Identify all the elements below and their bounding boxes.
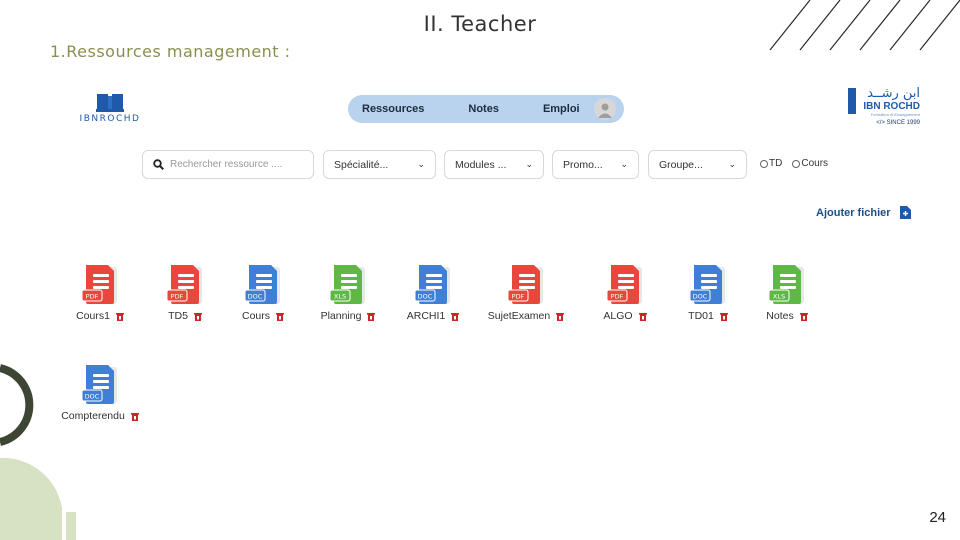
file-name: TD01	[688, 310, 714, 322]
file-name: Cours	[241, 310, 270, 322]
specialite-select[interactable]: Spécialité... ⌄	[323, 150, 436, 179]
trash-icon[interactable]	[556, 312, 565, 321]
pdf-file-icon: PDF	[166, 265, 202, 304]
add-file-button[interactable]: Ajouter fichier	[816, 206, 911, 219]
file-item[interactable]: DOC TD01	[663, 264, 753, 322]
trash-icon[interactable]	[115, 312, 124, 321]
file-name: SujetExamen	[487, 310, 551, 322]
file-type-label: DOC	[85, 393, 100, 401]
radio-cours-label: Cours	[801, 158, 829, 169]
file-row: Cours	[218, 310, 308, 322]
user-avatar-icon[interactable]	[593, 98, 616, 120]
radio-cours[interactable]	[792, 159, 801, 168]
file-item[interactable]: XLS Notes	[742, 264, 832, 322]
file-row: TD01	[663, 310, 753, 322]
file-type-label: PDF	[171, 293, 184, 301]
page-number: 24	[929, 509, 946, 526]
file-name: Compterendu	[61, 410, 125, 422]
doc-file-icon: DOC	[689, 265, 725, 304]
type-radio-group: TD Cours	[760, 158, 838, 169]
promo-value: Promo...	[563, 158, 603, 171]
chevron-down-icon: ⌄	[620, 159, 628, 169]
trash-icon[interactable]	[130, 412, 139, 421]
file-name: ALGO	[603, 310, 633, 322]
file-item[interactable]: DOC Cours	[218, 264, 308, 322]
file-item[interactable]: PDF TD5	[140, 264, 230, 322]
trash-icon[interactable]	[638, 312, 647, 321]
file-row: Cours1	[55, 310, 145, 322]
radio-td-label: TD	[769, 158, 783, 169]
file-type-label: XLS	[334, 293, 346, 301]
slide-subtitle: 1.Ressources management :	[50, 42, 291, 61]
radio-td[interactable]	[760, 159, 768, 168]
file-item[interactable]: DOC Compterendu	[55, 364, 145, 422]
file-type-label: DOC	[248, 293, 263, 301]
file-row: SujetExamen	[481, 310, 571, 322]
xls-file-icon: XLS	[768, 265, 804, 304]
file-name: Notes	[766, 310, 794, 322]
groupe-select[interactable]: Groupe... ⌄	[648, 150, 747, 179]
file-item[interactable]: XLS Planning	[303, 264, 393, 322]
modules-select[interactable]: Modules ... ⌄	[444, 150, 544, 179]
file-type-label: PDF	[611, 293, 624, 301]
trash-icon[interactable]	[367, 312, 376, 321]
file-row: ALGO	[580, 310, 670, 322]
chevron-down-icon: ⌄	[728, 159, 736, 169]
file-row: Compterendu	[55, 410, 145, 422]
ibn-rochd-logo[interactable]: ابن رشــد IBN ROCHD Formation et Enseign…	[840, 86, 920, 126]
file-row: TD5	[140, 310, 230, 322]
search-icon	[153, 159, 164, 170]
modules-value: Modules ...	[455, 158, 507, 171]
file-row: ARCHI1	[388, 310, 478, 322]
trash-icon[interactable]	[193, 312, 202, 321]
trash-icon[interactable]	[451, 312, 460, 321]
trash-icon[interactable]	[276, 312, 284, 321]
file-row: Notes	[742, 310, 832, 322]
pdf-file-icon: PDF	[507, 265, 543, 304]
pdf-file-icon: PDF	[606, 265, 642, 304]
file-name: Cours1	[76, 310, 110, 322]
add-file-label: Ajouter fichier	[816, 206, 891, 219]
xls-file-icon: XLS	[329, 265, 365, 304]
nav-ressources[interactable]: Ressources	[362, 103, 424, 115]
file-add-icon	[899, 206, 911, 219]
logo-text: IBNROCHD	[79, 114, 141, 124]
nav-emploi[interactable]: Emploi	[543, 103, 580, 115]
decorative-stripes	[769, 0, 960, 51]
file-name: TD5	[168, 310, 188, 322]
doc-file-icon: DOC	[244, 265, 280, 304]
file-item[interactable]: DOC ARCHI1	[388, 264, 478, 322]
file-row: Planning	[303, 310, 393, 322]
file-type-label: PDF	[512, 293, 525, 301]
file-type-label: PDF	[86, 293, 99, 301]
trash-icon[interactable]	[719, 312, 728, 321]
doc-file-icon: DOC	[81, 365, 117, 404]
doc-file-icon: DOC	[414, 265, 450, 304]
promo-select[interactable]: Promo... ⌄	[552, 150, 639, 179]
logo-since: </> SINCE 1999	[876, 120, 920, 126]
chevron-down-icon: ⌄	[525, 159, 533, 169]
file-name: ARCHI1	[406, 310, 446, 322]
file-type-label: DOC	[418, 293, 433, 301]
file-item[interactable]: PDF Cours1	[55, 264, 145, 322]
main-nav: Ressources Notes Emploi	[348, 95, 624, 123]
specialite-value: Spécialité...	[334, 158, 389, 171]
ibnrochd-logo[interactable]: IBNROCHD	[78, 92, 142, 124]
groupe-value: Groupe...	[659, 158, 703, 171]
pdf-file-icon: PDF	[81, 265, 117, 304]
book-icon	[96, 94, 124, 112]
file-item[interactable]: PDF ALGO	[580, 264, 670, 322]
chevron-down-icon: ⌄	[417, 159, 425, 169]
file-type-label: DOC	[693, 293, 708, 301]
file-item[interactable]: PDF SujetExamen	[481, 264, 571, 322]
file-type-label: XLS	[773, 293, 785, 301]
search-input[interactable]: Rechercher ressource ....	[142, 150, 314, 179]
trash-icon[interactable]	[799, 312, 808, 321]
file-name: Planning	[320, 310, 362, 322]
nav-notes[interactable]: Notes	[468, 103, 499, 115]
search-placeholder: Rechercher ressource ....	[170, 159, 283, 170]
logo-bar	[848, 88, 856, 114]
